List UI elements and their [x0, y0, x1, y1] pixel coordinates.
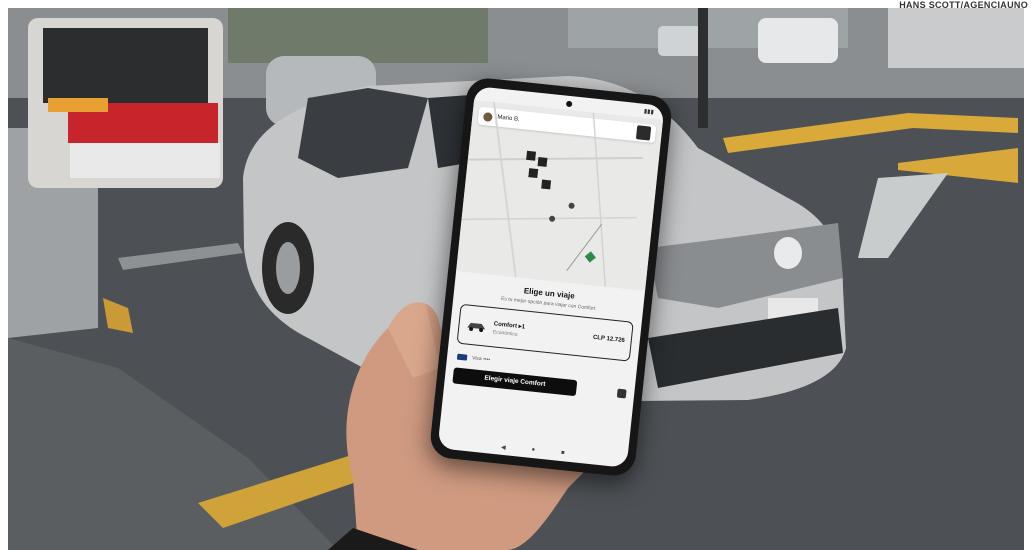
map-view[interactable]: Mario B. [456, 99, 664, 291]
ride-price: CLP 12.726 [592, 334, 626, 345]
payment-label: Visa •••• [471, 355, 491, 364]
ride-sheet: Elige un viaje Es tu mejor opción para v… [444, 271, 645, 408]
car-icon [465, 318, 488, 332]
map-roads [461, 101, 643, 287]
choose-ride-button[interactable]: Elegir viaje Comfort [452, 367, 578, 397]
photo: ▮▮▮ Mario B. Elige un viaje Es tu mejor … [8, 8, 1024, 550]
calendar-icon[interactable] [616, 388, 627, 398]
phone-screen: ▮▮▮ Mario B. Elige un viaje Es tu mejor … [437, 86, 665, 468]
nav-home-button[interactable]: ● [531, 447, 535, 454]
nav-recents-button[interactable]: ■ [561, 450, 565, 457]
nav-back-button[interactable]: ◀ [501, 444, 506, 451]
smartphone: ▮▮▮ Mario B. Elige un viaje Es tu mejor … [428, 76, 674, 478]
card-icon [456, 353, 468, 361]
android-nav-bar: ◀ ● ■ [438, 437, 628, 464]
signal-icon: ▮▮▮ [643, 108, 655, 116]
